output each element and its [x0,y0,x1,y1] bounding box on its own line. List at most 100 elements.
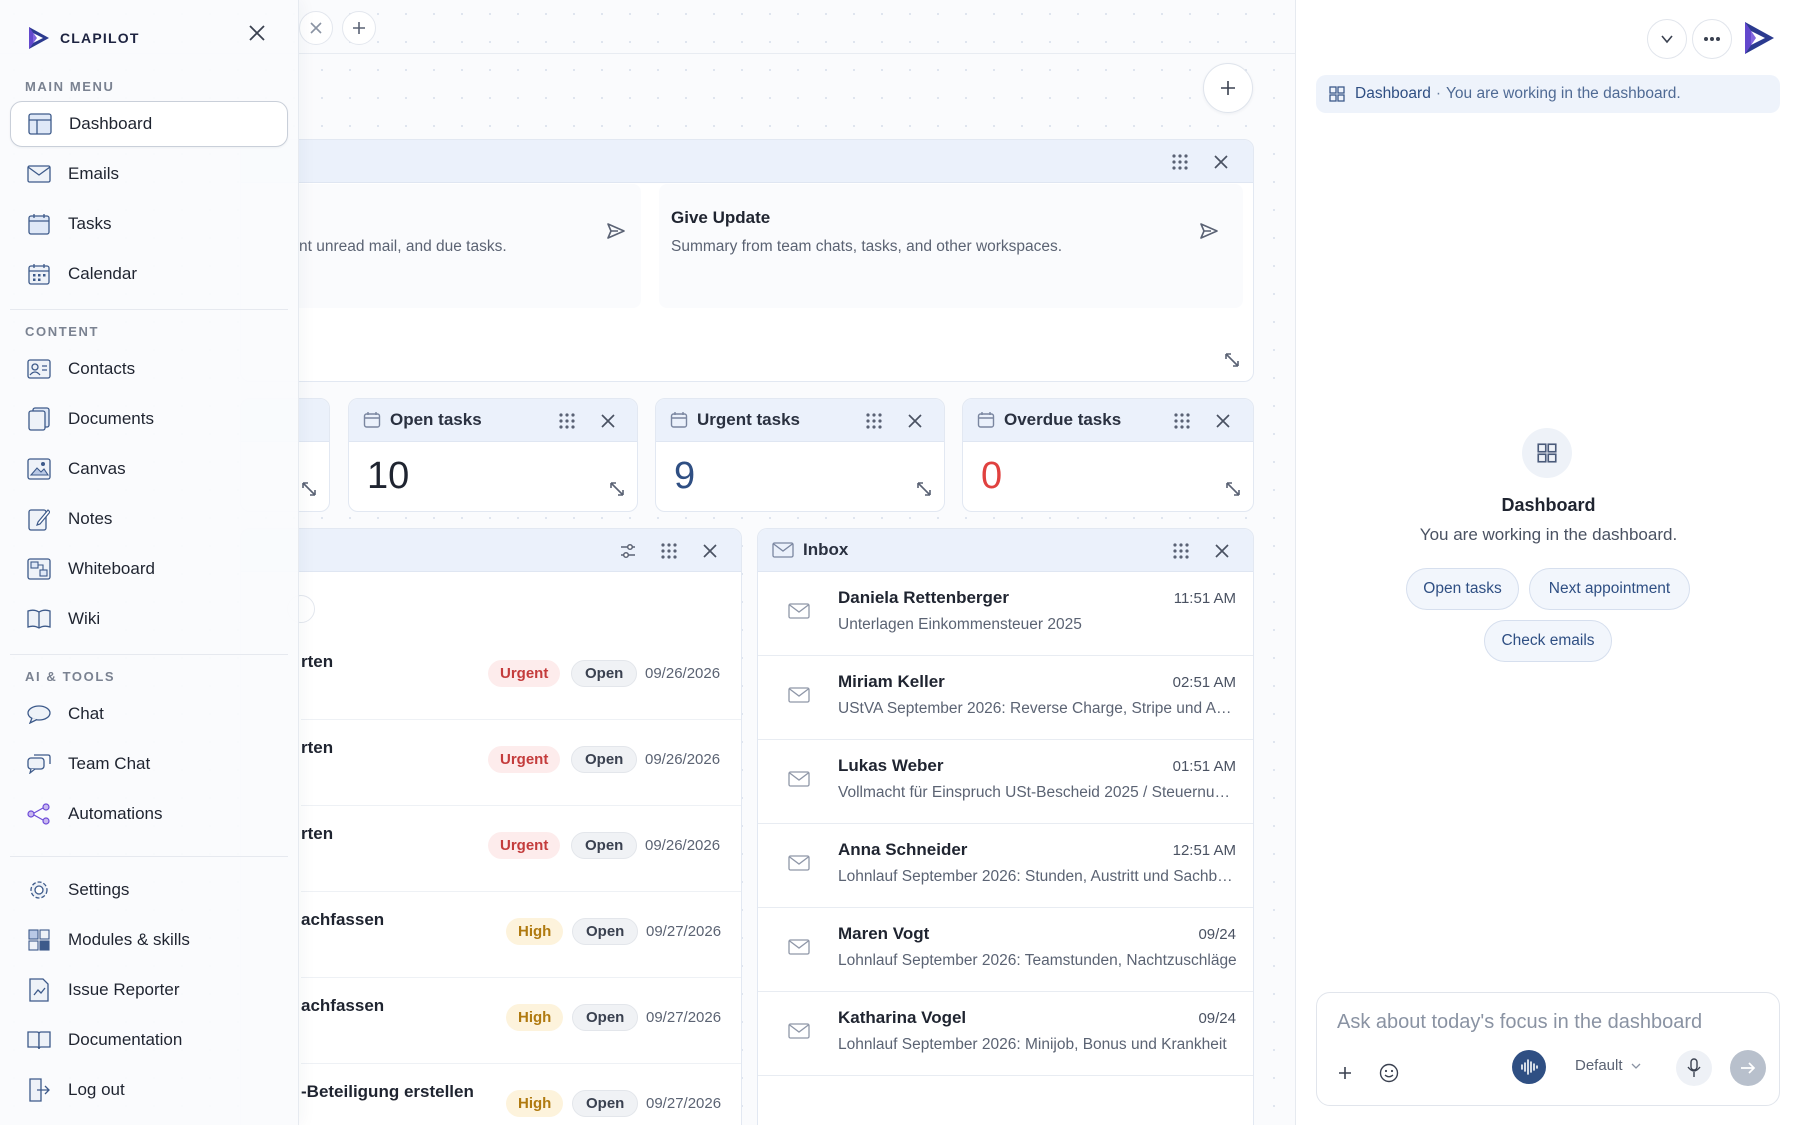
sidebar-item-documents[interactable]: Documents [10,396,288,442]
mail-row[interactable]: Lukas Weber 01:51 AM Vollmacht für Einsp… [758,741,1253,824]
sidebar-item-label: Documentation [68,1030,183,1049]
mail-row[interactable]: Miriam Keller 02:51 AM UStVA September 2… [758,657,1253,740]
arrow-right-icon [1741,1062,1756,1074]
mail-row[interactable]: Daniela Rettenberger 11:51 AM Unterlagen… [758,573,1253,656]
chat-input[interactable] [1337,1011,1757,1034]
sidebar-item-notes[interactable]: Notes [10,496,288,542]
widget-title: Overdue tasks [1004,410,1122,429]
give-update-card[interactable]: Give Update Summary from team chats, tas… [659,184,1243,308]
suggestion-chip-open-tasks[interactable]: Open tasks [1406,568,1519,610]
new-tab-button[interactable] [342,11,376,45]
attach-button[interactable] [1337,1065,1353,1081]
voice-mode-button[interactable] [1512,1050,1546,1084]
task-row[interactable]: achfassen High Open 09/27/2026 [301,892,741,978]
calendar-icon [670,411,688,429]
priority-badge: Urgent [488,832,561,859]
drag-handle[interactable] [865,399,883,442]
emoji-button[interactable] [1379,1063,1399,1083]
task-row[interactable]: rten Urgent Open 09/26/2026 [301,634,741,720]
close-widget-button[interactable] [908,399,922,442]
mail-row[interactable]: Anna Schneider 12:51 AM Lohnlauf Septemb… [758,825,1253,908]
close-icon [310,22,322,34]
brand-logo[interactable]: CLAPILOT [25,24,140,52]
close-icon [1215,543,1229,558]
sidebar-item-canvas[interactable]: Canvas [10,446,288,492]
model-selector[interactable]: Default [1575,1057,1641,1074]
quick-action-card[interactable]: nt unread mail, and due tasks. [251,184,641,308]
quick-action-description: Summary from team chats, tasks, and othe… [671,238,1063,255]
task-row[interactable]: achfassen High Open 09/27/2026 [301,978,741,1064]
filter-button[interactable] [619,529,637,572]
context-text: You are working in the dashboard. [1446,85,1681,102]
suggestion-chip-check-emails[interactable]: Check emails [1484,620,1612,662]
mail-sender: Daniela Rettenberger [838,588,1009,607]
sidebar-item-dashboard[interactable]: Dashboard [10,101,288,147]
suggestion-chip-next-appointment[interactable]: Next appointment [1529,568,1690,610]
priority-badge: High [506,1004,564,1031]
sidebar-item-documentation[interactable]: Documentation [10,1017,288,1063]
mail-row[interactable]: Maren Vogt 09/24 Lohnlauf September 2026… [758,909,1253,992]
status-badge: Open [572,1090,639,1117]
sidebar-item-whiteboard[interactable]: Whiteboard [10,546,288,592]
sidebar-item-contacts[interactable]: Contacts [10,346,288,392]
status-badge: Open [571,832,638,859]
drag-handle[interactable] [1172,529,1190,572]
sidebar-item-team-chat[interactable]: Team Chat [10,741,288,787]
quick-action-description: nt unread mail, and due tasks. [299,238,507,255]
divider [10,654,288,655]
expand-icon[interactable] [1224,352,1240,373]
drag-handle[interactable] [660,529,678,572]
sidebar-item-issue-reporter[interactable]: Issue Reporter [10,967,288,1013]
close-widget-button[interactable] [1215,529,1229,572]
section-label-content: CONTENT [25,324,100,339]
task-due-date: 09/26/2026 [645,665,721,682]
task-title: rten [301,824,334,843]
task-title: achfassen [301,996,385,1015]
drag-handle[interactable] [1171,140,1189,183]
priority-badge: Urgent [488,746,561,773]
drag-handle[interactable] [558,399,576,442]
close-widget-button[interactable] [1214,140,1228,183]
expand-icon[interactable] [1225,481,1241,502]
status-badge: Open [571,746,638,773]
close-widget-button[interactable] [1216,399,1230,442]
mail-row[interactable]: Katharina Vogel 09/24 Lohnlauf September… [758,993,1253,1076]
whiteboard-icon [26,557,52,581]
task-row[interactable]: -Beteiligung erstellen High Open 09/27/2… [301,1064,741,1125]
sidebar-item-chat[interactable]: Chat [10,691,288,737]
task-row[interactable]: rten Urgent Open 09/26/2026 [301,806,741,892]
sidebar-item-emails[interactable]: Emails [10,151,288,197]
sidebar-item-settings[interactable]: Settings [10,867,288,913]
mail-subject: UStVA September 2026: Reverse Charge, St… [838,700,1238,717]
sidebar-item-log-out[interactable]: Log out [10,1067,288,1113]
sidebar-item-tasks[interactable]: Tasks [10,201,288,247]
task-row[interactable]: rten Urgent Open 09/26/2026 [301,720,741,806]
status-badge: Open [571,660,638,687]
sidebar-item-automations[interactable]: Automations [10,791,288,837]
sidebar-item-wiki[interactable]: Wiki [10,596,288,642]
sidebar-item-modules[interactable]: Modules & skills [10,917,288,963]
mail-time: 12:51 AM [1172,842,1236,859]
mail-sender: Lukas Weber [838,756,944,775]
expand-icon[interactable] [301,481,317,502]
collapse-button[interactable] [1647,19,1687,59]
task-title: achfassen [301,910,385,929]
task-due-date: 09/27/2026 [646,923,722,940]
send-icon[interactable] [606,221,626,246]
expand-icon[interactable] [609,481,625,502]
close-widget-button[interactable] [703,529,717,572]
sidebar-item-calendar[interactable]: Calendar [10,251,288,297]
expand-icon[interactable] [916,481,932,502]
close-tab-button[interactable] [299,11,333,45]
drag-handle[interactable] [1173,399,1191,442]
send-message-button[interactable] [1730,1050,1766,1086]
add-widget-button[interactable] [1203,63,1253,113]
canvas-icon [26,457,52,481]
assistant-logo[interactable] [1739,18,1779,63]
close-sidebar-button[interactable] [248,24,266,47]
microphone-icon [1687,1058,1701,1077]
send-icon[interactable] [1199,221,1219,246]
more-options-button[interactable] [1692,19,1732,59]
close-widget-button[interactable] [601,399,615,442]
microphone-button[interactable] [1676,1050,1712,1086]
